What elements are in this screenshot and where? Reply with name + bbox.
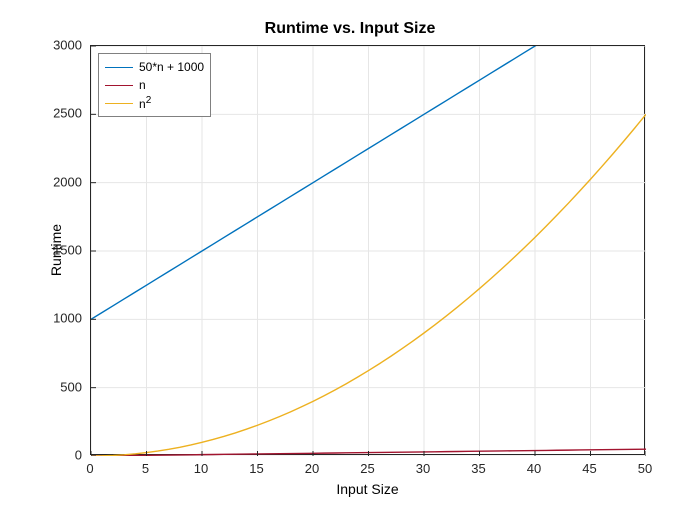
- legend-label: 50*n + 1000: [139, 60, 204, 74]
- legend-swatch: [105, 85, 133, 86]
- legend-label: n: [139, 78, 146, 92]
- x-tick-label: 50: [638, 461, 652, 476]
- legend-entry: n: [105, 76, 204, 94]
- x-tick-label: 30: [416, 461, 430, 476]
- y-tick-label: 1500: [42, 243, 82, 258]
- x-tick-label: 20: [305, 461, 319, 476]
- x-tick-label: 5: [142, 461, 149, 476]
- x-tick-label: 25: [360, 461, 374, 476]
- x-tick-label: 0: [86, 461, 93, 476]
- legend-label: n2: [139, 95, 151, 111]
- y-tick-label: 3000: [42, 38, 82, 53]
- legend-swatch: [105, 67, 133, 68]
- y-tick-label: 2500: [42, 106, 82, 121]
- legend: 50*n + 1000 n n2: [98, 53, 211, 117]
- legend-swatch: [105, 103, 133, 104]
- x-tick-label: 15: [249, 461, 263, 476]
- legend-entry: 50*n + 1000: [105, 58, 204, 76]
- chart-figure: Runtime vs. Input Size Runtime Input Siz…: [0, 0, 700, 525]
- y-tick-label: 500: [42, 379, 82, 394]
- x-tick-label: 45: [582, 461, 596, 476]
- y-tick-label: 2000: [42, 174, 82, 189]
- y-tick-label: 1000: [42, 311, 82, 326]
- x-axis-label: Input Size: [90, 481, 645, 497]
- x-tick-label: 10: [194, 461, 208, 476]
- x-tick-label: 35: [471, 461, 485, 476]
- y-tick-label: 0: [42, 448, 82, 463]
- legend-entry: n2: [105, 94, 204, 112]
- x-tick-label: 40: [527, 461, 541, 476]
- chart-title: Runtime vs. Input Size: [0, 20, 700, 38]
